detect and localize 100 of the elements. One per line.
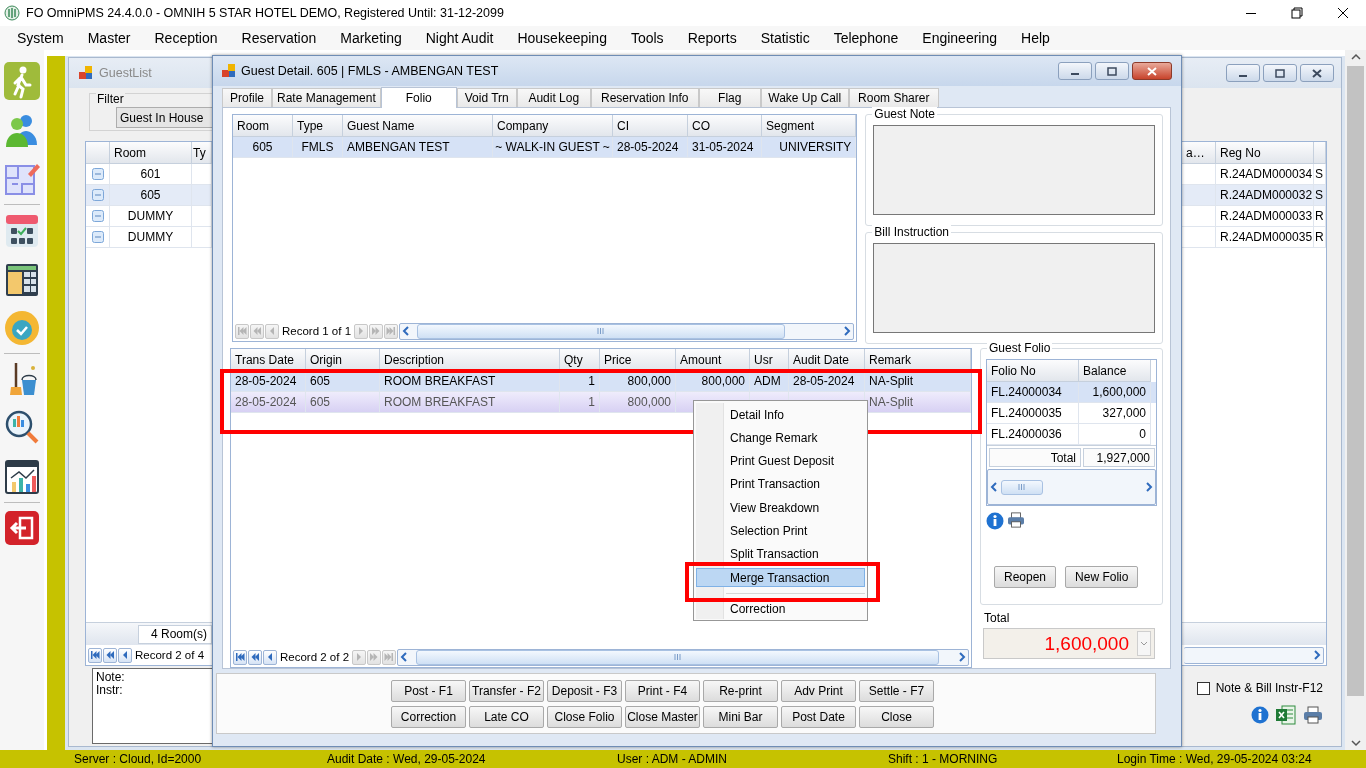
horizontal-scrollbar[interactable] [399,322,855,340]
action-button[interactable]: Close Folio [547,706,622,728]
menu-item[interactable]: Reports [677,28,747,48]
menu-item[interactable]: Engineering [912,28,1008,48]
printer-icon[interactable] [1303,706,1323,724]
menu-item[interactable]: Reservation [231,28,327,48]
action-button[interactable]: Late CO [469,706,544,728]
action-button[interactable]: Settle - F7 [859,680,934,702]
action-button[interactable]: Correction [391,706,466,728]
menu-item[interactable]: Housekeeping [507,28,617,48]
status-text: Login Time : Wed, 29-05-2024 03:24 [1117,752,1313,766]
tab[interactable]: Room Sharer [848,88,939,107]
text-area[interactable] [873,125,1155,215]
instr-label: Instr: [96,684,124,697]
menu-item[interactable]: Correction [696,599,865,619]
grip-icon [597,328,606,334]
total-value: 1,927,000 [1083,448,1155,467]
next-page-icon [371,326,382,336]
table-row[interactable]: 605 FMLS AMBENGAN TEST ~ WALK-IN GUEST ~ 28-05-2024 31-05-2024 UNIVERSITY [233,137,857,158]
menu-item[interactable]: Print Guest Deposit [696,451,865,471]
row-marker-icon [91,168,104,180]
table-cell: R.24ADM000032 [1216,185,1314,206]
action-button[interactable]: Re-print [703,680,778,702]
action-button[interactable]: Deposit - F3 [547,680,622,702]
window-title: GuestList [99,66,152,80]
action-button[interactable]: Print - F4 [625,680,700,702]
first-record-button[interactable] [88,647,102,663]
column-header: a… [1182,142,1216,164]
horizontal-scrollbar[interactable] [397,648,969,666]
menu-item[interactable]: Selection Print [696,521,865,541]
info-icon[interactable] [1251,706,1269,724]
window-icon [79,66,93,80]
tab[interactable]: Reservation Info [590,88,699,107]
action-button[interactable]: Post Date [781,706,856,728]
action-button[interactable]: Close [859,706,934,728]
action-button[interactable]: Mini Bar [703,706,778,728]
column-header: Origin [306,349,380,371]
table-cell: FL.24000034 [987,382,1079,403]
close-button[interactable] [1132,62,1172,80]
menu-item[interactable]: Tools [620,28,674,48]
close-button[interactable] [1300,64,1334,82]
text-area[interactable] [873,243,1155,333]
menu-item[interactable]: Night Audit [415,28,504,48]
folio-button[interactable]: Reopen [994,566,1057,588]
menu-item[interactable]: Change Remark [696,428,865,448]
window-title: Guest Detail. 605 | FMLS - AMBENGAN TEST [241,64,499,78]
checkbox[interactable] [1196,681,1210,695]
table-row[interactable]: FL.24000036 0 [987,424,1156,445]
first-record-button[interactable] [233,649,247,665]
maximize-button[interactable] [1095,62,1129,80]
minimize-button[interactable] [1058,62,1092,80]
action-button[interactable]: Transfer - F2 [469,680,544,702]
checkmark-badge-icon[interactable] [4,309,40,347]
menu-item[interactable]: Print Transaction [696,474,865,494]
printer-icon[interactable] [1007,512,1025,528]
previous-page-button[interactable] [103,647,117,663]
previous-record-button[interactable] [263,649,277,665]
vertical-scrollbar[interactable] [1345,50,1366,750]
line-chart-icon[interactable] [4,458,40,496]
tab[interactable]: Profile [222,88,272,107]
tab[interactable]: Audit Log [516,88,591,107]
menu-item[interactable]: Split Transaction [696,544,865,564]
tab[interactable]: Rate Management [272,88,381,107]
table-row[interactable]: FL.24000034 1,600,000 [987,382,1156,403]
previous-record-button[interactable] [118,647,132,663]
menu-item[interactable]: View Breakdown [696,498,865,518]
tab[interactable]: Wake Up Call [760,88,849,107]
column-header [1314,142,1326,164]
checkbox-label[interactable]: Note & Bill Instr-F12 [1215,681,1323,695]
tab[interactable]: Folio [380,87,457,108]
menu-item[interactable]: Marketing [330,28,412,48]
action-button[interactable]: Close Master [625,706,700,728]
table-row[interactable]: FL.24000035 327,000 [987,403,1156,424]
table-cell: 327,000 [1079,403,1151,424]
menu-item[interactable]: System [7,28,74,48]
tab[interactable]: Flag [698,88,761,107]
total-field[interactable]: 1,600,000 [983,628,1155,659]
action-button[interactable]: Post - F1 [391,680,466,702]
horizontal-scrollbar[interactable] [1184,646,1324,664]
info-icon[interactable] [986,512,1004,530]
menu-item[interactable]: Help [1011,28,1060,48]
menu-item[interactable]: Master [77,28,141,48]
previous-page-button[interactable] [248,649,262,665]
menu-item[interactable]: Telephone [823,28,909,48]
action-button[interactable]: Adv Print [781,680,856,702]
table-row[interactable]: 28-05-2024 605 ROOM BREAKFAST 1 800,000 800,000 ADM 28-05-2024 NA-Split [231,371,971,392]
maximize-button[interactable] [1263,64,1297,82]
minimize-icon [1246,12,1256,14]
exit-icon[interactable] [4,509,40,547]
spreadsheet-icon[interactable] [1276,705,1296,725]
menu-item[interactable]: Merge Transaction [696,568,865,588]
menu-item[interactable]: Statistic [750,28,820,48]
menu-item[interactable]: Reception [144,28,228,48]
table-cell: 28-05-2024 [613,137,688,158]
filter-dropdown[interactable]: Guest In House [116,107,213,128]
tab[interactable]: Void Trn [456,88,517,107]
record-counter: Record 1 of 1 [281,325,353,337]
folio-button[interactable]: New Folio [1065,566,1139,588]
horizontal-scrollbar[interactable] [987,469,1156,505]
minimize-button[interactable] [1226,64,1260,82]
